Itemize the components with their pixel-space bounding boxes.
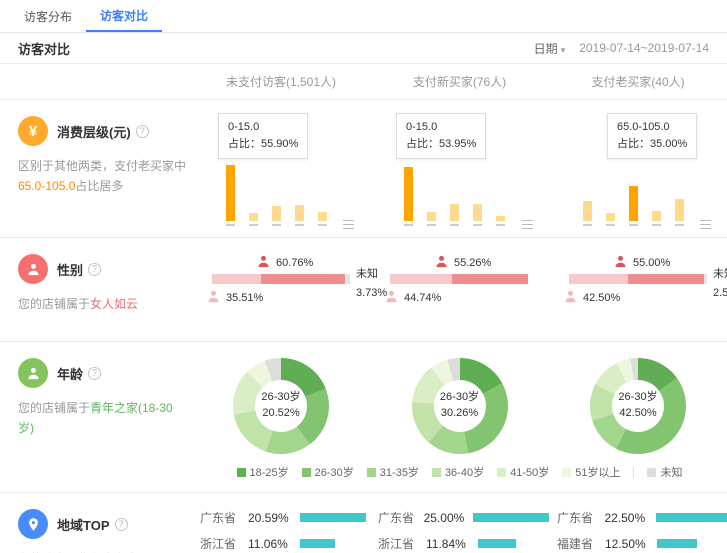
- consumption-bar-chart: [226, 163, 327, 221]
- consumption-bar-chart: [583, 163, 684, 221]
- region-desc: 您的访客聚集在广东省: [18, 549, 186, 553]
- consumption-tooltip: 0-15.0 占比：55.90%: [218, 113, 308, 159]
- table-view-icon[interactable]: [343, 220, 354, 229]
- gender-bar-segment: [628, 274, 704, 284]
- page-title: 访客对比: [18, 39, 70, 58]
- help-icon[interactable]: ?: [136, 125, 149, 138]
- region-list-item: 浙江省11.84%: [378, 535, 549, 552]
- consumption-bar-chart: [404, 163, 505, 221]
- bar: [629, 186, 638, 221]
- region-row: 地域TOP? 您的访客聚集在广东省 广东省20.59% 浙江省11.06% 广东…: [0, 493, 727, 553]
- column-header-old-buyers: 支付老买家(40人): [549, 73, 727, 90]
- currency-icon: ¥: [18, 116, 48, 146]
- table-view-icon[interactable]: [700, 220, 711, 229]
- legend-divider: [633, 467, 634, 478]
- region-list-item: 福建省12.50%: [557, 535, 727, 552]
- legend-item[interactable]: 41-50岁: [497, 464, 549, 480]
- consumption-desc: 区别于其他两类，支付老买家中65.0-105.0占比居多: [18, 156, 186, 197]
- location-pin-icon: [18, 509, 48, 539]
- bar: [606, 213, 615, 221]
- table-view-icon[interactable]: [522, 220, 533, 229]
- age-donut-chart: 26-30岁30.26%: [412, 358, 508, 454]
- bar: [496, 216, 505, 221]
- consumption-tooltip: 65.0-105.0 占比：35.00%: [607, 113, 697, 159]
- gender-desc: 您的店铺属于女人如云: [18, 294, 186, 314]
- gender-bar-segment: [452, 274, 528, 284]
- gender-bar-segment: [345, 274, 350, 284]
- age-donut-chart: 26-30岁20.52%: [233, 358, 329, 454]
- bar: [427, 212, 436, 221]
- bar: [318, 212, 327, 221]
- help-icon[interactable]: ?: [115, 518, 128, 531]
- gender-bar-segment: [704, 274, 707, 284]
- help-icon[interactable]: ?: [88, 367, 101, 380]
- bar: [450, 204, 459, 221]
- unknown-share: 未知2.50%: [713, 265, 727, 302]
- region-bar: [473, 513, 549, 522]
- male-pct: 35.51%: [226, 292, 263, 304]
- legend-item[interactable]: 36-40岁: [432, 464, 484, 480]
- consumption-title: 消费层级(元)?: [57, 122, 149, 141]
- female-pct: 55.00%: [633, 257, 670, 269]
- age-row: 年龄? 您的店铺属于青年之家(18-30岁) 26-30岁20.52% 26-3…: [0, 342, 727, 493]
- legend-item[interactable]: 18-25岁: [237, 464, 289, 480]
- tab-visitor-distribution[interactable]: 访客分布: [10, 0, 86, 32]
- bar: [295, 205, 304, 221]
- top-tabbar: 访客分布 访客对比: [0, 0, 727, 33]
- bar: [583, 201, 592, 221]
- age-donut-chart: 26-30岁42.50%: [590, 358, 686, 454]
- gender-bar-chart: [390, 274, 528, 284]
- gender-title: 性别?: [57, 260, 101, 279]
- region-bar: [300, 513, 366, 522]
- bar: [473, 204, 482, 221]
- date-range[interactable]: 2019-07-14~2019-07-14: [579, 41, 709, 55]
- bar: [675, 199, 684, 221]
- bar: [652, 211, 661, 221]
- bar: [404, 167, 413, 221]
- gender-bar-segment: [569, 274, 628, 284]
- bar: [249, 213, 258, 221]
- gender-bar-segment: [261, 274, 345, 284]
- gender-row: 性别? 您的店铺属于女人如云 60.76% 未知3.73% 35.51% 55.…: [0, 238, 727, 342]
- legend-item[interactable]: 31-35岁: [367, 464, 419, 480]
- gender-icon: [18, 254, 48, 284]
- age-desc: 您的店铺属于青年之家(18-30岁): [18, 398, 186, 439]
- region-list-item: 广东省25.00%: [378, 509, 549, 526]
- gender-bar-chart: [212, 274, 350, 284]
- bar: [226, 165, 235, 221]
- region-list-item: 广东省22.50%: [557, 509, 727, 526]
- column-header-unpaid: 未支付访客(1,501人): [192, 73, 370, 90]
- panel-header: 访客对比 日期▾ 2019-07-14~2019-07-14: [0, 33, 727, 64]
- gender-bar-segment: [212, 274, 261, 284]
- legend-item[interactable]: 未知: [647, 464, 682, 480]
- age-legend: 18-25岁 26-30岁 31-35岁 36-40岁 41-50岁 51岁以上…: [192, 454, 727, 492]
- column-header-row: 未支付访客(1,501人) 支付新买家(76人) 支付老买家(40人): [0, 64, 727, 100]
- region-list-item: 广东省20.59%: [200, 509, 370, 526]
- female-pct: 55.26%: [454, 257, 491, 269]
- region-bar: [300, 539, 335, 548]
- gender-bar-chart: [569, 274, 707, 284]
- column-header-new-buyers: 支付新买家(76人): [370, 73, 549, 90]
- age-title: 年龄?: [57, 364, 101, 383]
- male-pct: 42.50%: [583, 292, 620, 304]
- consumption-row: ¥ 消费层级(元)? 区别于其他两类，支付老买家中65.0-105.0占比居多 …: [0, 100, 727, 238]
- consumption-tooltip: 0-15.0 占比：53.95%: [396, 113, 486, 159]
- region-bar: [478, 539, 516, 548]
- region-list-item: 浙江省11.06%: [200, 535, 370, 552]
- male-pct: 44.74%: [404, 292, 441, 304]
- region-bar: [656, 513, 727, 522]
- chevron-down-icon: ▾: [561, 45, 566, 55]
- female-pct: 60.76%: [276, 257, 313, 269]
- help-icon[interactable]: ?: [88, 263, 101, 276]
- date-dropdown[interactable]: 日期▾: [534, 40, 566, 57]
- region-bar: [657, 539, 697, 548]
- gender-bar-segment: [390, 274, 452, 284]
- legend-item[interactable]: 51岁以上: [562, 464, 620, 480]
- age-icon: [18, 358, 48, 388]
- region-title: 地域TOP?: [57, 515, 128, 534]
- bar: [272, 206, 281, 221]
- legend-item[interactable]: 26-30岁: [302, 464, 354, 480]
- tab-visitor-comparison[interactable]: 访客对比: [86, 0, 162, 32]
